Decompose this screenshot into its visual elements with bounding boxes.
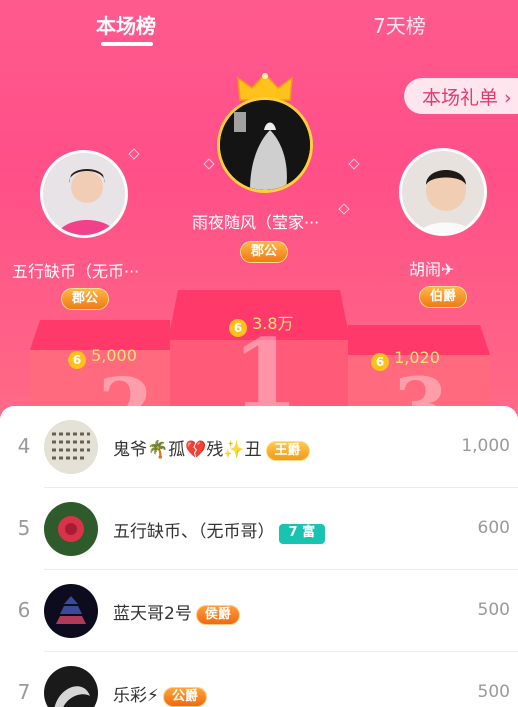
noble-badge: 侯爵 — [195, 605, 240, 625]
rank-number: 6 — [17, 598, 31, 622]
avatar[interactable] — [44, 420, 98, 474]
list-item-name: 乐彩⚡ — [113, 686, 159, 706]
list-item-name: 鬼爷🌴孤💔残✨丑 — [113, 440, 262, 460]
rank-1-score: 6 3.8万 — [229, 310, 294, 337]
coin-icon: 6 — [371, 353, 389, 371]
rank-3-score-value: 1,020 — [394, 348, 440, 367]
active-tab-indicator — [101, 42, 153, 46]
rank-number: 4 — [17, 434, 31, 458]
list-item[interactable]: 4 鬼爷🌴孤💔残✨丑 王爵 1,000 — [0, 406, 518, 488]
coin-icon: 6 — [68, 351, 86, 369]
avatar[interactable] — [44, 502, 98, 556]
list-item-score: 600 — [477, 518, 510, 538]
tab-current-session[interactable]: 本场榜 — [96, 10, 156, 39]
list-item-name-wrap: 鬼爷🌴孤💔残✨丑 王爵 — [113, 435, 310, 461]
avatar-rank-1[interactable] — [217, 97, 313, 193]
sparkle-icon — [203, 158, 215, 170]
coin-icon: 6 — [229, 319, 247, 337]
avatar-rank-2[interactable] — [40, 150, 128, 238]
list-item-score: 500 — [477, 600, 510, 620]
leaderboard-hero: 本场榜 7天榜 本场礼单 › 1 2 3 雨夜随风（莹家··· 五行缺币（无币·… — [0, 0, 518, 420]
rank-2-score-value: 5,000 — [91, 346, 137, 365]
rank-1-title-badge: 郡公 — [240, 241, 289, 263]
gift-list-label: 本场礼单 — [422, 87, 499, 109]
list-item-name: 五行缺币、（无币哥） — [113, 522, 275, 542]
sparkle-icon — [348, 158, 360, 170]
list-item[interactable]: 5 五行缺币、（无币哥） 7 富 600 — [0, 488, 518, 570]
list-item-name: 蓝天哥2号 — [113, 604, 192, 624]
noble-badge: 公爵 — [162, 687, 207, 707]
rank-number: 5 — [17, 516, 31, 540]
rank-1-name: 雨夜随风（莹家··· — [192, 213, 320, 232]
list-item-name-wrap: 蓝天哥2号 侯爵 — [113, 599, 240, 625]
list-item-name-wrap: 乐彩⚡ 公爵 — [113, 681, 207, 707]
list-item-score: 500 — [477, 682, 510, 702]
sparkle-icon — [338, 203, 350, 215]
list-item-score: 1,000 — [461, 436, 510, 456]
tab-7-days[interactable]: 7天榜 — [373, 10, 426, 39]
chevron-right-icon: › — [504, 87, 512, 109]
gift-list-button[interactable]: 本场礼单 › — [404, 78, 518, 114]
rank-1-score-value: 3.8万 — [252, 314, 294, 333]
rank-3-title-badge: 伯爵 — [419, 286, 468, 308]
rank-2-title-badge: 郡公 — [61, 288, 110, 310]
rank-3-name: 胡闹✈ — [409, 260, 455, 279]
list-item[interactable]: 7 乐彩⚡ 公爵 500 — [0, 652, 518, 707]
avatar[interactable] — [44, 666, 98, 707]
rank-2-name: 五行缺币（无币··· — [12, 262, 140, 281]
noble-badge: 王爵 — [265, 441, 310, 461]
rank-2-score: 6 5,000 — [68, 346, 137, 369]
wealth-badge: 7 富 — [278, 524, 326, 544]
list-item-name-wrap: 五行缺币、（无币哥） 7 富 — [113, 517, 326, 544]
rank-number: 7 — [17, 680, 31, 704]
list-item[interactable]: 6 蓝天哥2号 侯爵 500 — [0, 570, 518, 652]
avatar-rank-3[interactable] — [399, 148, 487, 236]
sparkle-icon — [128, 148, 140, 160]
avatar[interactable] — [44, 584, 98, 638]
rank-3-score: 6 1,020 — [371, 348, 440, 371]
ranking-list: 4 鬼爷🌴孤💔残✨丑 王爵 1,000 5 五行缺币、（无币哥） 7 富 600 6… — [0, 406, 518, 707]
